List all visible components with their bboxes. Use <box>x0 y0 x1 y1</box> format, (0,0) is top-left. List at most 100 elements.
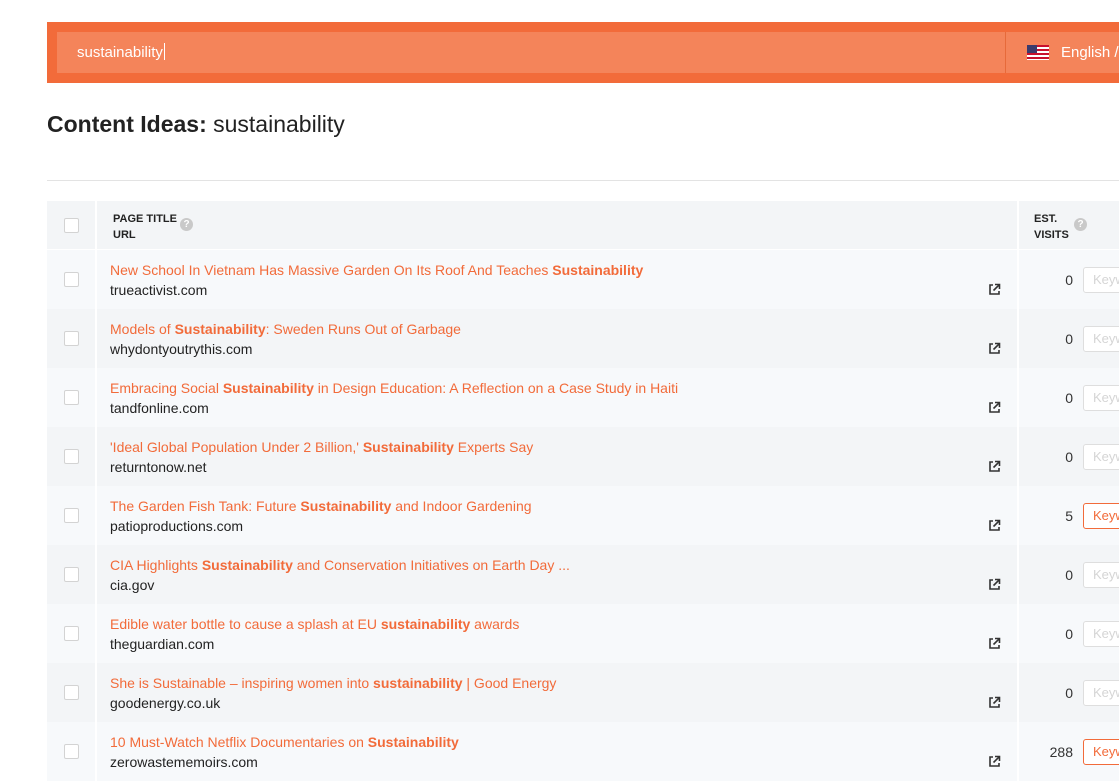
table-header: PAGE TITLE URL ? EST. VISITS ? <box>47 201 1119 250</box>
page-title-link[interactable]: Edible water bottle to cause a splash at… <box>110 616 519 632</box>
table-row: The Garden Fish Tank: Future Sustainabil… <box>47 486 1119 545</box>
row-checkbox[interactable] <box>64 626 79 641</box>
row-checkbox[interactable] <box>64 685 79 700</box>
table-row: Edible water bottle to cause a splash at… <box>47 604 1119 663</box>
column-separator <box>95 722 97 781</box>
keywords-button[interactable]: Keyw <box>1083 503 1119 529</box>
column-header-visits-line2: VISITS <box>1034 229 1069 241</box>
title-text-keyword: sustainability <box>380 616 471 632</box>
title-text-post: : Sweden Runs Out of Garbage <box>265 321 461 337</box>
keywords-button[interactable]: Keyw <box>1083 621 1119 647</box>
title-text-keyword: Sustainability <box>300 498 392 514</box>
keywords-button[interactable]: Keyw <box>1083 444 1119 470</box>
keywords-button[interactable]: Keyw <box>1083 739 1119 765</box>
column-header-title-line2: URL <box>113 229 136 241</box>
est-visits-value: 0 <box>1065 390 1073 406</box>
external-link-icon[interactable] <box>988 283 1001 296</box>
title-text-pre: She is Sustainable – inspiring women int… <box>110 675 374 691</box>
external-link-icon[interactable] <box>988 696 1001 709</box>
title-text-post: | Good Energy <box>462 675 557 691</box>
column-separator <box>95 604 97 663</box>
title-text-keyword: Sustainability <box>222 380 314 396</box>
table-row: Models of Sustainability: Sweden Runs Ou… <box>47 309 1119 368</box>
page-url: goodenergy.co.uk <box>110 695 221 711</box>
search-input[interactable]: sustainability <box>57 32 1005 73</box>
title-text-pre: The Garden Fish Tank: Future <box>110 498 301 514</box>
page-url: returntonow.net <box>110 459 207 475</box>
keywords-button[interactable]: Keyw <box>1083 680 1119 706</box>
column-separator <box>1017 604 1019 663</box>
keywords-button[interactable]: Keyw <box>1083 385 1119 411</box>
page-title-link[interactable]: New School In Vietnam Has Massive Garden… <box>110 262 643 278</box>
column-separator <box>95 545 97 604</box>
column-separator <box>1017 368 1019 427</box>
title-text-post: awards <box>470 616 520 632</box>
est-visits-value: 0 <box>1065 449 1073 465</box>
column-separator <box>1017 663 1019 722</box>
row-checkbox[interactable] <box>64 744 79 759</box>
row-checkbox[interactable] <box>64 272 79 287</box>
help-icon[interactable]: ? <box>1074 218 1087 231</box>
est-visits-value: 0 <box>1065 272 1073 288</box>
page-title-label: Content Ideas: <box>47 111 207 137</box>
page-url: trueactivist.com <box>110 282 208 298</box>
content-ideas-table: PAGE TITLE URL ? EST. VISITS ? New Schoo… <box>47 201 1119 781</box>
external-link-icon[interactable] <box>988 342 1001 355</box>
column-separator <box>1017 250 1019 309</box>
column-header-title-line1: PAGE TITLE <box>113 213 177 225</box>
title-text-post: and Conservation Initiatives on Earth Da… <box>292 557 570 573</box>
page-title-link[interactable]: 'Ideal Global Population Under 2 Billion… <box>110 439 533 455</box>
external-link-icon[interactable] <box>988 578 1001 591</box>
page-title-link[interactable]: The Garden Fish Tank: Future Sustainabil… <box>110 498 532 514</box>
column-header-title[interactable]: PAGE TITLE URL <box>113 211 177 243</box>
title-text-pre: 10 Must-Watch Netflix Documentaries on <box>110 734 368 750</box>
column-separator <box>95 368 97 427</box>
page-title: Content Ideas: sustainability <box>47 111 345 138</box>
page-title-link[interactable]: 10 Must-Watch Netflix Documentaries on S… <box>110 734 459 750</box>
title-text-post: in Design Education: A Reflection on a C… <box>313 380 679 396</box>
keywords-button[interactable]: Keyw <box>1083 326 1119 352</box>
page-title-link[interactable]: She is Sustainable – inspiring women int… <box>110 675 556 691</box>
title-text-pre: New School In Vietnam Has Massive Garden… <box>110 262 553 278</box>
column-separator <box>95 309 97 368</box>
table-row: Embracing Social Sustainability in Desig… <box>47 368 1119 427</box>
language-select[interactable]: English / <box>1005 32 1119 73</box>
external-link-icon[interactable] <box>988 637 1001 650</box>
page-url: theguardian.com <box>110 636 215 652</box>
column-separator <box>95 201 97 249</box>
row-checkbox[interactable] <box>64 567 79 582</box>
est-visits-value: 5 <box>1065 508 1073 524</box>
select-all-checkbox[interactable] <box>64 218 79 233</box>
row-checkbox[interactable] <box>64 508 79 523</box>
column-separator <box>1017 427 1019 486</box>
table-row: 10 Must-Watch Netflix Documentaries on S… <box>47 722 1119 781</box>
help-icon[interactable]: ? <box>180 218 193 231</box>
external-link-icon[interactable] <box>988 755 1001 768</box>
keywords-button[interactable]: Keyw <box>1083 267 1119 293</box>
page-url: tandfonline.com <box>110 400 209 416</box>
title-text-post: and Indoor Gardening <box>391 498 532 514</box>
search-query: sustainability <box>77 44 163 61</box>
table-row: New School In Vietnam Has Massive Garden… <box>47 250 1119 309</box>
title-text-pre: Embracing Social <box>110 380 223 396</box>
row-checkbox[interactable] <box>64 331 79 346</box>
est-visits-value: 0 <box>1065 331 1073 347</box>
page-title-link[interactable]: CIA Highlights Sustainability and Conser… <box>110 557 570 573</box>
column-header-visits-line1: EST. <box>1034 213 1058 225</box>
page-title-link[interactable]: Embracing Social Sustainability in Desig… <box>110 380 678 396</box>
keywords-button[interactable]: Keyw <box>1083 562 1119 588</box>
us-flag-icon <box>1027 45 1049 60</box>
external-link-icon[interactable] <box>988 519 1001 532</box>
row-checkbox[interactable] <box>64 449 79 464</box>
page-url: cia.gov <box>110 577 155 593</box>
title-text-pre: Edible water bottle to cause a splash at… <box>110 616 381 632</box>
row-checkbox[interactable] <box>64 390 79 405</box>
table-row: She is Sustainable – inspiring women int… <box>47 663 1119 722</box>
title-text-keyword: Sustainability <box>362 439 454 455</box>
external-link-icon[interactable] <box>988 460 1001 473</box>
page-title-link[interactable]: Models of Sustainability: Sweden Runs Ou… <box>110 321 461 337</box>
external-link-icon[interactable] <box>988 401 1001 414</box>
column-header-visits[interactable]: EST. VISITS <box>1034 211 1069 243</box>
page-title-query: sustainability <box>213 111 345 137</box>
est-visits-value: 0 <box>1065 567 1073 583</box>
